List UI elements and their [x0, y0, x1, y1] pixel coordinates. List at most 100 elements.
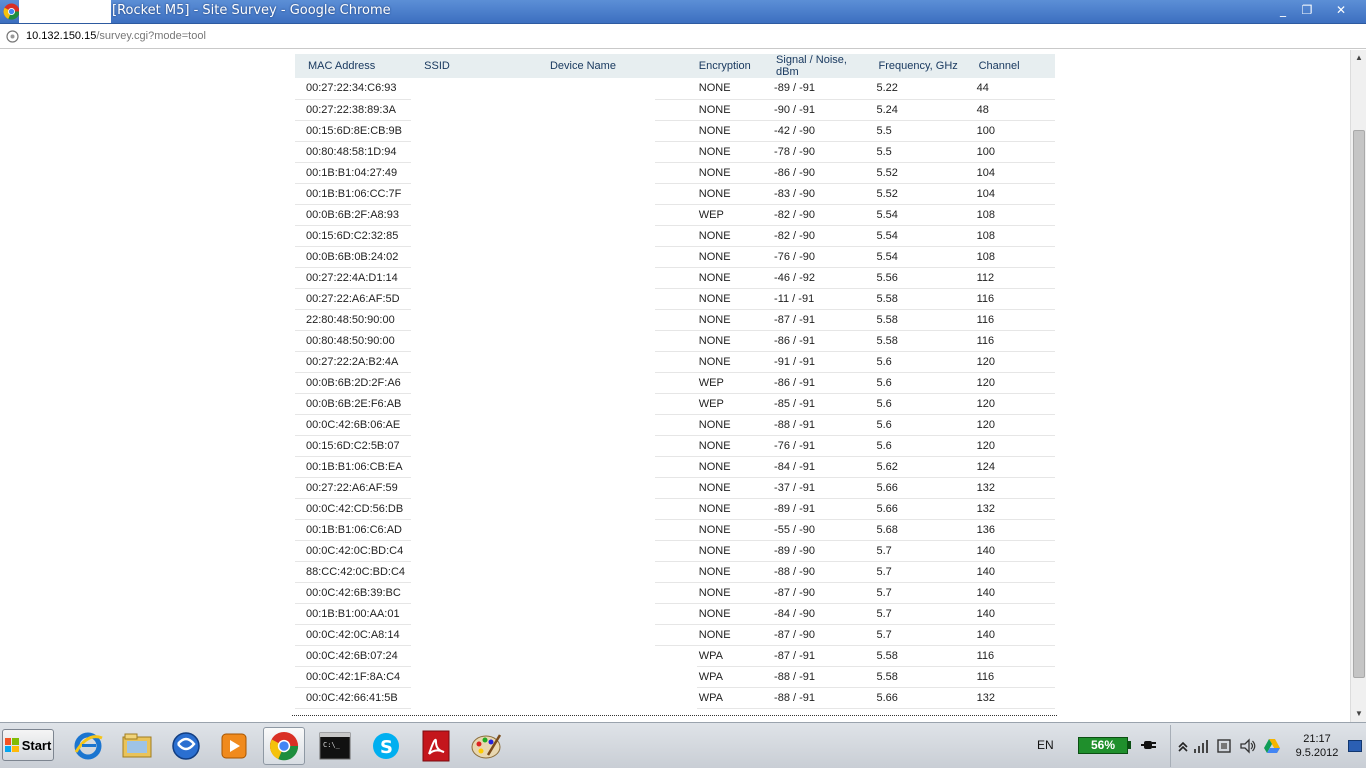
- table-header-row: MAC Address SSID Device Name Encryption …: [295, 54, 1055, 78]
- restore-button[interactable]: ❐: [1294, 1, 1320, 19]
- frequency-cell: 5.54: [865, 225, 966, 247]
- mac-cell: 00:27:22:A6:AF:59: [295, 477, 412, 499]
- spacer-cell: [655, 687, 696, 708]
- channel-cell: 120: [965, 372, 1055, 394]
- url-text[interactable]: 10.132.150.15/survey.cgi?mode=tool: [26, 30, 206, 42]
- signal-cell: -89 / -91: [763, 78, 866, 100]
- encryption-cell: NONE: [696, 498, 764, 520]
- table-row: 00:0C:42:6B:39:BC NONE -87 / -90 5.7 140: [295, 582, 1055, 604]
- language-indicator[interactable]: EN: [1037, 738, 1054, 752]
- table-row: 00:0C:42:66:41:5B WPA -88 / -91 5.66 132: [295, 687, 1055, 709]
- device-name-cell: [537, 666, 655, 687]
- skype-old-icon[interactable]: [165, 727, 207, 765]
- device-name-cell: [537, 561, 655, 582]
- frequency-cell: 5.54: [865, 204, 966, 226]
- signal-cell: -42 / -90: [763, 120, 866, 142]
- header-ssid[interactable]: SSID: [411, 54, 537, 78]
- table-row: 00:27:22:2A:B2:4A NONE -91 / -91 5.6 120: [295, 351, 1055, 373]
- address-bar[interactable]: 10.132.150.15/survey.cgi?mode=tool: [0, 24, 1366, 49]
- tray-separator: [1170, 725, 1171, 767]
- encryption-cell: NONE: [696, 246, 764, 268]
- table-row: 00:80:48:58:1D:94 NONE -78 / -90 5.5 100: [295, 141, 1055, 163]
- start-button[interactable]: Start: [2, 729, 54, 761]
- show-hidden-icons-icon[interactable]: [1174, 737, 1192, 755]
- header-frequency[interactable]: Frequency, GHz: [865, 54, 966, 78]
- device-name-cell: [537, 99, 655, 120]
- channel-cell: 120: [965, 414, 1055, 436]
- channel-cell: 116: [965, 330, 1055, 352]
- clock-date: 9.5.2012: [1295, 747, 1339, 759]
- encryption-cell: NONE: [696, 624, 764, 646]
- frequency-cell: 5.52: [865, 162, 966, 184]
- spacer-cell: [655, 603, 697, 625]
- ssid-cell: [411, 141, 537, 162]
- paint-icon[interactable]: [465, 727, 507, 765]
- channel-cell: 116: [965, 666, 1055, 688]
- encryption-cell: WPA: [696, 645, 764, 667]
- encryption-cell: NONE: [696, 309, 764, 331]
- power-plug-icon[interactable]: [1141, 737, 1157, 753]
- device-icon[interactable]: [1215, 737, 1233, 755]
- header-signal[interactable]: Signal / Noise, dBm: [763, 54, 866, 78]
- vertical-scrollbar[interactable]: ▲ ▼: [1350, 50, 1366, 722]
- mac-cell: 00:80:48:50:90:00: [295, 330, 412, 352]
- scrollbar-thumb[interactable]: [1353, 130, 1365, 678]
- signal-cell: -87 / -91: [763, 309, 866, 331]
- cmd-icon[interactable]: C:\_: [314, 727, 356, 765]
- signal-cell: -78 / -90: [763, 141, 866, 163]
- frequency-cell: 5.66: [865, 498, 966, 520]
- spacer-cell: [655, 393, 697, 415]
- signal-cell: -89 / -90: [763, 540, 866, 562]
- explorer-icon[interactable]: [116, 727, 158, 765]
- chrome-taskbar-icon[interactable]: [263, 727, 305, 765]
- spacer-cell: [655, 204, 697, 226]
- frequency-cell: 5.22: [865, 78, 966, 100]
- signal-cell: -87 / -90: [763, 582, 866, 604]
- page-info-icon[interactable]: [6, 30, 19, 43]
- frequency-cell: 5.6: [865, 435, 966, 457]
- acrobat-icon[interactable]: [415, 727, 457, 765]
- ie-icon[interactable]: [67, 727, 109, 765]
- page-content: MAC Address SSID Device Name Encryption …: [0, 50, 1350, 722]
- channel-cell: 120: [965, 393, 1055, 415]
- signal-cell: -88 / -91: [763, 687, 866, 709]
- header-device-name[interactable]: Device Name: [536, 54, 656, 78]
- header-encryption[interactable]: Encryption: [696, 54, 764, 78]
- channel-cell: 108: [965, 225, 1055, 247]
- encryption-cell: NONE: [696, 288, 764, 310]
- minimize-button[interactable]: _: [1270, 1, 1296, 19]
- close-button[interactable]: ✕: [1328, 1, 1354, 19]
- battery-meter[interactable]: 56%: [1078, 737, 1128, 754]
- spacer-cell: [655, 330, 697, 352]
- header-channel[interactable]: Channel: [965, 54, 1055, 78]
- encryption-cell: NONE: [696, 351, 764, 373]
- table-row: 00:1B:B1:00:AA:01 NONE -84 / -90 5.7 140: [295, 603, 1055, 625]
- scroll-up-arrow-icon[interactable]: ▲: [1351, 50, 1366, 66]
- encryption-cell: NONE: [696, 141, 764, 163]
- encryption-cell: NONE: [696, 162, 764, 184]
- signal-cell: -82 / -90: [763, 225, 866, 247]
- google-drive-icon[interactable]: [1263, 737, 1281, 755]
- media-player-icon[interactable]: [213, 727, 255, 765]
- network-signal-icon[interactable]: [1192, 737, 1210, 755]
- system-clock[interactable]: 21:17 9.5.2012: [1290, 732, 1344, 760]
- header-mac[interactable]: MAC Address: [295, 54, 412, 78]
- device-name-cell: [537, 225, 655, 246]
- ssid-cell: [411, 666, 537, 687]
- device-name-cell: [537, 120, 655, 141]
- ssid-cell: [411, 624, 537, 645]
- spacer-cell: [655, 519, 697, 541]
- encryption-cell: NONE: [696, 561, 764, 583]
- mac-cell: 00:27:22:38:89:3A: [295, 99, 412, 121]
- encryption-cell: NONE: [696, 414, 764, 436]
- skype-icon[interactable]: S: [365, 727, 407, 765]
- signal-cell: -46 / -92: [763, 267, 866, 289]
- scroll-down-arrow-icon[interactable]: ▼: [1351, 706, 1366, 722]
- spacer-cell: [655, 309, 697, 331]
- chrome-icon: [3, 3, 20, 20]
- windows-flag-icon: [4, 738, 19, 752]
- volume-icon[interactable]: [1239, 737, 1257, 755]
- notification-flag-icon[interactable]: [1348, 740, 1362, 752]
- encryption-cell: NONE: [696, 540, 764, 562]
- table-row: 00:27:22:A6:AF:59 NONE -37 / -91 5.66 132: [295, 477, 1055, 499]
